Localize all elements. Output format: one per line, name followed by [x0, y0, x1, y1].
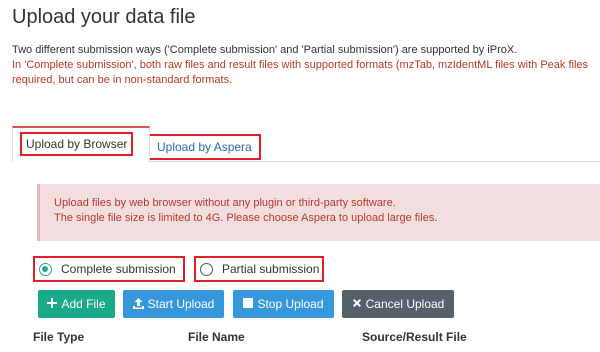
stop-upload-button[interactable]: Stop Upload: [233, 290, 334, 318]
radio-partial-label: Partial submission: [222, 262, 320, 276]
submission-note: In 'Complete submission', both raw files…: [12, 58, 600, 88]
column-header-file-type: File Type: [33, 330, 85, 344]
intro-text: Two different submission ways ('Complete…: [12, 44, 518, 56]
radio-checked-icon[interactable]: [39, 262, 52, 276]
upload-icon: [132, 297, 144, 311]
info-line-2: The single file size is limited to 4G. P…: [54, 212, 438, 224]
radio-unchecked-icon[interactable]: [200, 262, 213, 276]
start-upload-label: Start Upload: [147, 297, 215, 311]
cancel-upload-button[interactable]: Cancel Upload: [342, 290, 454, 318]
radio-complete-label: Complete submission: [61, 262, 176, 276]
info-line-1: Upload files by web browser without any …: [54, 197, 396, 209]
note-line-1: In 'Complete submission', both raw files…: [12, 59, 589, 71]
add-file-label: Add File: [61, 297, 106, 311]
stop-icon: [243, 298, 254, 310]
tab-upload-by-browser[interactable]: Upload by Browser: [20, 132, 134, 156]
radio-complete-submission[interactable]: Complete submission: [33, 256, 185, 282]
page-title: Upload your data file: [12, 6, 196, 28]
radio-partial-submission[interactable]: Partial submission: [194, 256, 324, 282]
add-file-button[interactable]: Add File: [38, 290, 115, 318]
column-header-source-result-file: Source/Result File: [362, 330, 467, 344]
note-line-2: required, but can be in non-standard for…: [12, 74, 233, 86]
tab-upload-by-aspera[interactable]: Upload by Aspera: [148, 134, 261, 160]
column-header-file-name: File Name: [188, 330, 245, 344]
cancel-upload-label: Cancel Upload: [365, 297, 445, 311]
times-icon: [352, 298, 362, 310]
stop-upload-label: Stop Upload: [257, 297, 324, 311]
browser-upload-info: Upload files by web browser without any …: [37, 184, 600, 241]
plus-icon: [47, 298, 58, 310]
start-upload-button[interactable]: Start Upload: [123, 290, 224, 318]
